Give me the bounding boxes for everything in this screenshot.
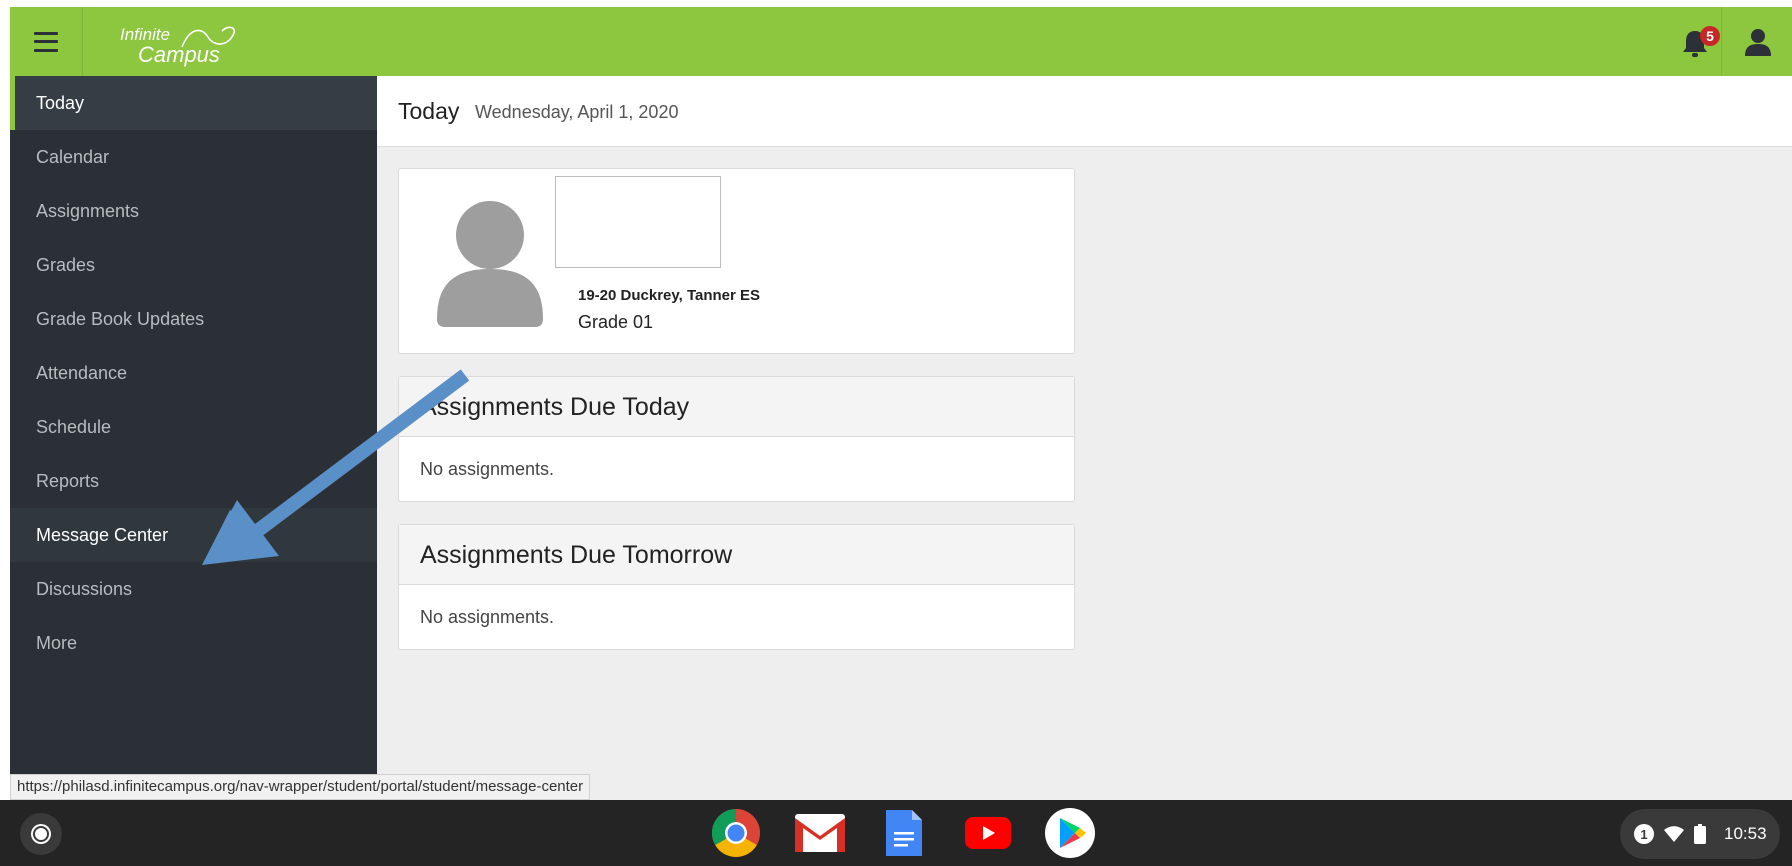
- window-left-edge: [0, 0, 10, 800]
- hamburger-icon: [34, 31, 58, 52]
- sidebar-item-attendance[interactable]: Attendance: [10, 346, 377, 400]
- sidebar-item-label: Today: [36, 93, 85, 113]
- notification-count-icon: 1: [1634, 824, 1654, 844]
- sidebar-item-today[interactable]: Today: [10, 76, 377, 130]
- battery-icon: [1694, 824, 1706, 844]
- system-clock: 10:53: [1724, 824, 1767, 843]
- sidebar-item-label: More: [36, 633, 78, 653]
- student-photo-placeholder: [555, 176, 721, 268]
- sidebar-item-label: Schedule: [36, 417, 112, 437]
- sidebar-item-label: Discussions: [36, 579, 133, 599]
- notifications-button[interactable]: 5: [1670, 17, 1720, 67]
- card-header: Assignments Due Today: [399, 377, 1074, 437]
- sidebar-nav: Today Calendar Assignments Grades Grade …: [10, 76, 377, 800]
- assignments-due-tomorrow-card: Assignments Due Tomorrow No assignments.: [398, 524, 1075, 650]
- user-account-button[interactable]: [1721, 7, 1792, 76]
- tray-notification-count: 1: [1640, 827, 1647, 842]
- infinity-swoosh-icon: [181, 26, 236, 48]
- sidebar-item-discussions[interactable]: Discussions: [10, 562, 377, 616]
- status-bar-url: https://philasd.infinitecampus.org/nav-w…: [10, 774, 591, 800]
- sidebar-item-message-center[interactable]: Message Center: [10, 508, 377, 562]
- sidebar-item-calendar[interactable]: Calendar: [10, 130, 377, 184]
- user-icon: [1744, 28, 1771, 56]
- chrome-icon[interactable]: [708, 808, 764, 858]
- card-title: Assignments Due Today: [420, 393, 690, 421]
- window-top-edge: [0, 0, 1792, 7]
- sidebar-item-label: Grade Book Updates: [36, 309, 205, 329]
- sidebar-item-reports[interactable]: Reports: [10, 454, 377, 508]
- gmail-icon[interactable]: [792, 808, 848, 858]
- app-header: Infinite Campus 5: [10, 7, 1792, 76]
- sidebar-item-grade-book-updates[interactable]: Grade Book Updates: [10, 292, 377, 346]
- page-date: Wednesday, April 1, 2020: [475, 102, 679, 122]
- notification-badge: 5: [1700, 26, 1720, 46]
- student-grade: Grade 01: [578, 312, 654, 332]
- os-shelf: 1 10:53: [0, 800, 1792, 866]
- menu-button[interactable]: [10, 7, 83, 76]
- system-tray[interactable]: 1 10:53: [1620, 809, 1780, 859]
- sidebar-item-more[interactable]: More: [10, 616, 377, 670]
- empty-message: No assignments.: [420, 607, 555, 627]
- assignments-due-today-card: Assignments Due Today No assignments.: [398, 376, 1075, 502]
- sidebar-item-label: Attendance: [36, 363, 128, 383]
- play-store-icon[interactable]: [1042, 808, 1098, 858]
- empty-message: No assignments.: [420, 459, 555, 479]
- sidebar-item-label: Message Center: [36, 525, 169, 545]
- sidebar-item-grades[interactable]: Grades: [10, 238, 377, 292]
- sidebar-item-label: Assignments: [36, 201, 140, 221]
- student-avatar-icon: [437, 201, 543, 327]
- page-header: Today Wednesday, April 1, 2020: [377, 76, 1792, 147]
- youtube-icon[interactable]: [960, 808, 1016, 858]
- sidebar-item-schedule[interactable]: Schedule: [10, 400, 377, 454]
- sidebar-item-assignments[interactable]: Assignments: [10, 184, 377, 238]
- student-card: 19-20 Duckrey, Tanner ES Grade 01: [398, 168, 1075, 354]
- sidebar-item-label: Grades: [36, 255, 96, 275]
- infinite-campus-logo[interactable]: Infinite Campus: [108, 19, 248, 67]
- page-title: Today: [398, 98, 460, 124]
- sidebar-item-label: Reports: [36, 471, 100, 491]
- launcher-button[interactable]: [20, 813, 62, 855]
- wifi-icon: [1664, 826, 1684, 842]
- docs-icon[interactable]: [876, 808, 932, 858]
- card-title: Assignments Due Tomorrow: [420, 541, 733, 569]
- student-school: 19-20 Duckrey, Tanner ES: [578, 287, 761, 304]
- sidebar-item-label: Calendar: [36, 147, 110, 167]
- card-header: Assignments Due Tomorrow: [399, 525, 1074, 585]
